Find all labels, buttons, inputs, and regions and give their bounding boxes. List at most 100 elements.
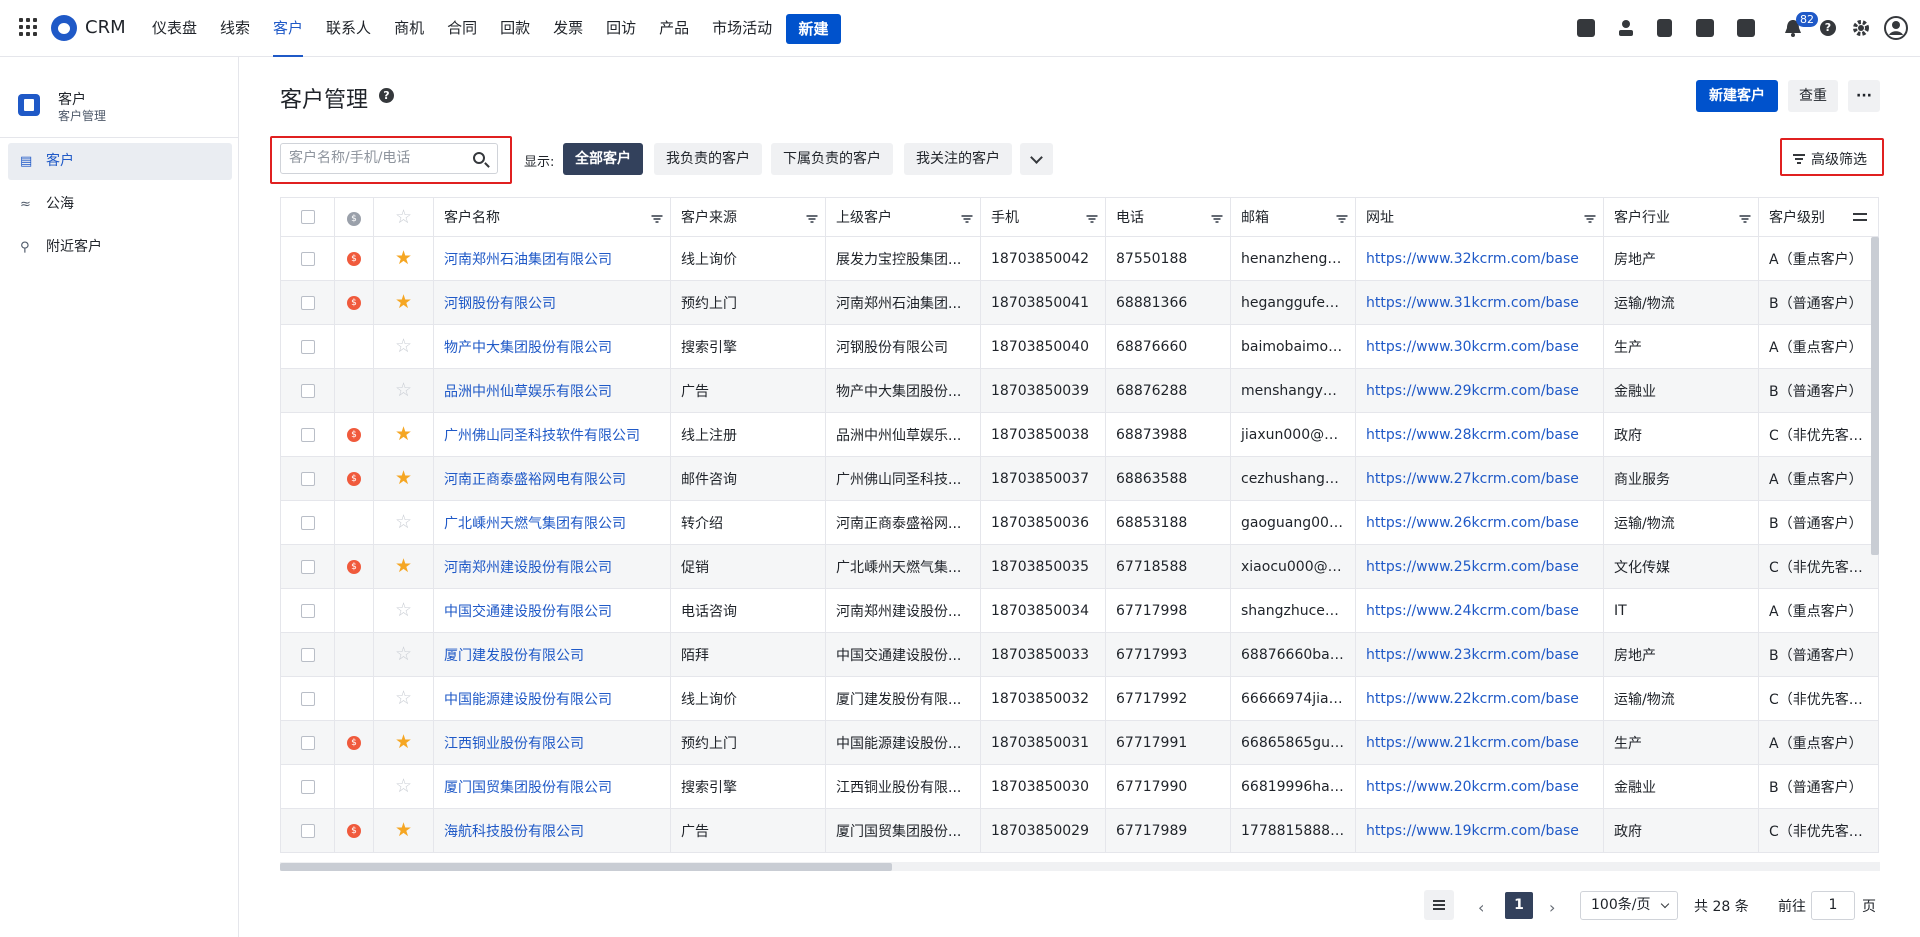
star-cell[interactable]: ☆	[373, 324, 434, 369]
nav-item-10[interactable]: 市场活动	[712, 0, 772, 57]
cell-url[interactable]: https://www.32kcrm.com/base	[1355, 236, 1604, 281]
customer-name-link[interactable]: 厦门建发股份有限公司	[444, 648, 584, 664]
help-icon[interactable]: ?	[379, 88, 394, 103]
customer-name-link[interactable]: 河南郑州石油集团有限公司	[444, 252, 612, 268]
website-link[interactable]: https://www.32kcrm.com/base	[1366, 251, 1579, 267]
website-link[interactable]: https://www.24kcrm.com/base	[1366, 603, 1579, 619]
star-filled-icon[interactable]: ★	[395, 291, 412, 313]
website-link[interactable]: https://www.22kcrm.com/base	[1366, 691, 1579, 707]
goto-page-input[interactable]: 1	[1811, 891, 1855, 920]
cell-url[interactable]: https://www.23kcrm.com/base	[1355, 632, 1604, 677]
density-menu-icon[interactable]	[1424, 890, 1454, 920]
cell-url[interactable]: https://www.20kcrm.com/base	[1355, 764, 1604, 809]
table-row[interactable]: ☆ 物产中大集团股份有限公司 搜索引擎 河钢股份有限公司 18703850040 6887…	[280, 324, 1879, 369]
star-cell[interactable]: ☆	[373, 588, 434, 633]
chevron-down-icon[interactable]	[1020, 143, 1053, 175]
nav-item-8[interactable]: 回访	[606, 0, 636, 57]
contact-person-icon[interactable]	[1617, 19, 1635, 37]
star-outline-icon[interactable]: ☆	[395, 687, 412, 709]
table-row[interactable]: ☆ 厦门建发股份有限公司 陌拜 中国交通建设股份... 18703850033 67717…	[280, 632, 1879, 677]
row-checkbox-cell[interactable]	[280, 368, 335, 413]
new-button[interactable]: 新建	[786, 14, 841, 44]
select-all-checkbox-cell[interactable]	[280, 197, 335, 237]
calendar-icon[interactable]	[1737, 19, 1755, 37]
row-checkbox-cell[interactable]	[280, 808, 335, 853]
nav-item-2[interactable]: 客户	[273, 0, 304, 57]
prev-page-icon[interactable]: ‹	[1478, 898, 1484, 917]
star-cell[interactable]: ☆	[373, 632, 434, 677]
nav-item-7[interactable]: 发票	[553, 0, 583, 57]
cell-url[interactable]: https://www.26kcrm.com/base	[1355, 500, 1604, 545]
column-filter-icon[interactable]	[806, 215, 817, 223]
column-header-source[interactable]: 客户来源	[670, 197, 826, 237]
search-box[interactable]	[280, 143, 498, 174]
cell-name[interactable]: 河南正商泰盛裕网电有限公司	[433, 456, 671, 501]
column-header-phone[interactable]: 电话	[1105, 197, 1231, 237]
row-checkbox[interactable]	[300, 515, 315, 530]
website-link[interactable]: https://www.25kcrm.com/base	[1366, 559, 1579, 575]
star-outline-icon[interactable]: ☆	[395, 335, 412, 357]
row-checkbox[interactable]	[300, 471, 315, 486]
star-cell[interactable]: ☆	[373, 368, 434, 413]
cell-name[interactable]: 品洲中州仙草娱乐有限公司	[433, 368, 671, 413]
row-checkbox-cell[interactable]	[280, 456, 335, 501]
cell-name[interactable]: 海航科技股份有限公司	[433, 808, 671, 853]
row-checkbox-cell[interactable]	[280, 544, 335, 589]
cell-url[interactable]: https://www.29kcrm.com/base	[1355, 368, 1604, 413]
column-header-email[interactable]: 邮箱	[1230, 197, 1356, 237]
current-page-number[interactable]: 1	[1505, 892, 1533, 919]
row-checkbox-cell[interactable]	[280, 764, 335, 809]
row-checkbox[interactable]	[300, 339, 315, 354]
table-row[interactable]: $ ★ 河南郑州建设股份有限公司 促销 广北嵊州天燃气集... 18703850035 67…	[280, 544, 1879, 589]
star-filled-icon[interactable]: ★	[395, 819, 412, 841]
row-checkbox-cell[interactable]	[280, 324, 335, 369]
sidebar-item-public-pool[interactable]: ≈ 公海	[8, 186, 232, 223]
nav-item-0[interactable]: 仪表盘	[152, 0, 197, 57]
nav-item-4[interactable]: 商机	[394, 0, 424, 57]
table-row[interactable]: $ ★ 海航科技股份有限公司 广告 厦门国贸集团股份... 18703850029 6771…	[280, 808, 1879, 853]
website-link[interactable]: https://www.26kcrm.com/base	[1366, 515, 1579, 531]
row-checkbox-cell[interactable]	[280, 236, 335, 281]
cell-url[interactable]: https://www.25kcrm.com/base	[1355, 544, 1604, 589]
row-checkbox[interactable]	[300, 383, 315, 398]
star-cell[interactable]: ★	[373, 456, 434, 501]
row-checkbox[interactable]	[300, 823, 315, 838]
star-filled-icon[interactable]: ★	[395, 731, 412, 753]
row-checkbox-cell[interactable]	[280, 632, 335, 677]
star-filled-icon[interactable]: ★	[395, 247, 412, 269]
search-input[interactable]	[289, 150, 464, 166]
row-checkbox[interactable]	[300, 779, 315, 794]
star-filled-icon[interactable]: ★	[395, 467, 412, 489]
dedupe-button[interactable]: 查重	[1788, 80, 1838, 112]
star-cell[interactable]: ★	[373, 412, 434, 457]
new-customer-button[interactable]: 新建客户	[1696, 80, 1778, 112]
column-header-parent[interactable]: 上级客户	[825, 197, 981, 237]
star-cell[interactable]: ★	[373, 720, 434, 765]
customer-name-link[interactable]: 海航科技股份有限公司	[444, 824, 584, 840]
column-filter-icon[interactable]	[1336, 215, 1347, 223]
customer-name-link[interactable]: 中国能源建设股份有限公司	[444, 692, 612, 708]
star-cell[interactable]: ☆	[373, 500, 434, 545]
vertical-scrollbar[interactable]	[1871, 237, 1879, 555]
star-outline-icon[interactable]: ☆	[395, 599, 412, 621]
column-header-level[interactable]: 客户级别	[1758, 197, 1879, 237]
cell-url[interactable]: https://www.21kcrm.com/base	[1355, 720, 1604, 765]
website-link[interactable]: https://www.21kcrm.com/base	[1366, 735, 1579, 751]
table-row[interactable]: ☆ 品洲中州仙草娱乐有限公司 广告 物产中大集团股份... 18703850039 688…	[280, 368, 1879, 413]
chip-all-customers[interactable]: 全部客户	[563, 143, 643, 175]
more-options-button[interactable]: ···	[1848, 80, 1880, 112]
star-filled-icon[interactable]: ★	[395, 555, 412, 577]
row-checkbox[interactable]	[300, 647, 315, 662]
nav-item-5[interactable]: 合同	[447, 0, 477, 57]
help-icon[interactable]: ?	[1820, 20, 1836, 36]
cell-name[interactable]: 广北嵊州天燃气集团有限公司	[433, 500, 671, 545]
star-cell[interactable]: ☆	[373, 676, 434, 721]
customer-name-link[interactable]: 广州佛山同圣科技软件有限公司	[444, 428, 640, 444]
table-row[interactable]: $ ★ 江西铜业股份有限公司 预约上门 中国能源建设股份... 18703850031 67…	[280, 720, 1879, 765]
cell-name[interactable]: 中国能源建设股份有限公司	[433, 676, 671, 721]
row-checkbox-cell[interactable]	[280, 676, 335, 721]
website-link[interactable]: https://www.19kcrm.com/base	[1366, 823, 1579, 839]
customer-name-link[interactable]: 中国交通建设股份有限公司	[444, 604, 612, 620]
cell-name[interactable]: 厦门建发股份有限公司	[433, 632, 671, 677]
cell-name[interactable]: 广州佛山同圣科技软件有限公司	[433, 412, 671, 457]
